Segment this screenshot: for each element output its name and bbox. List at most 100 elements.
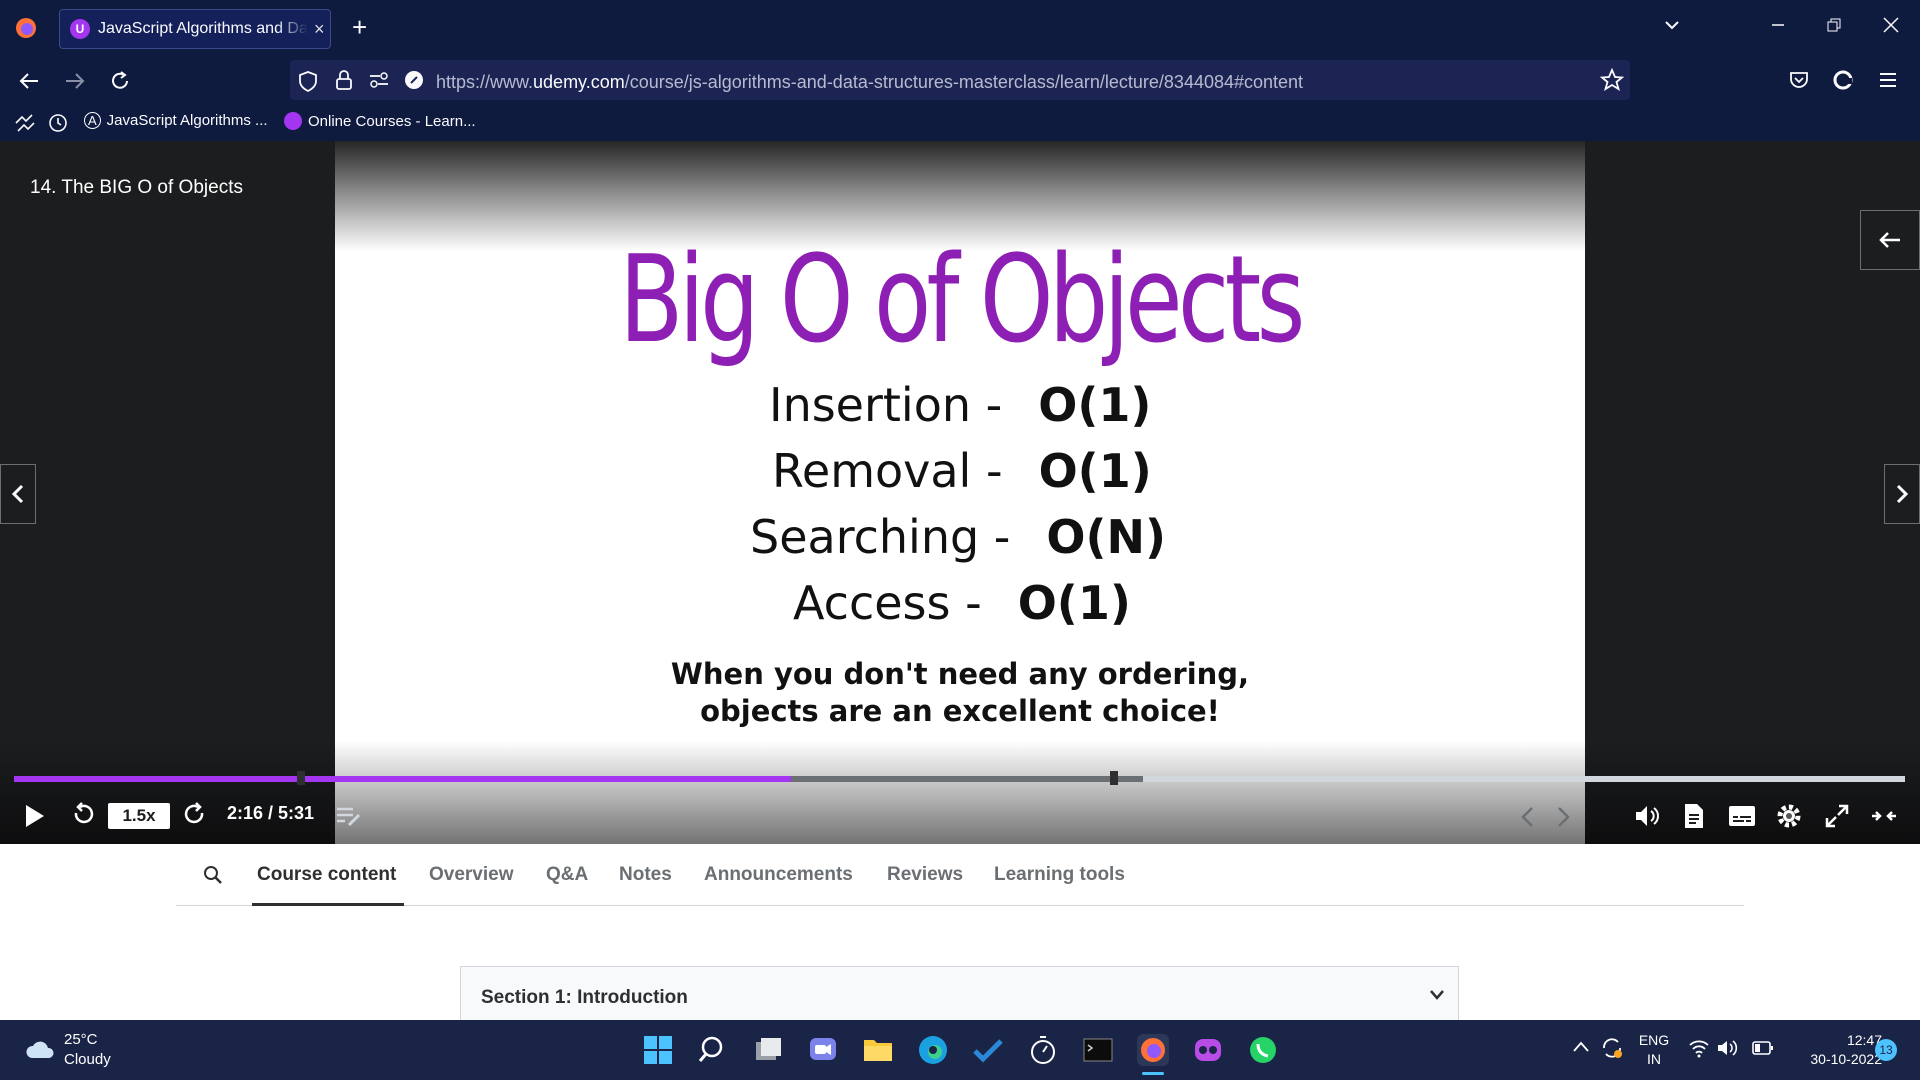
- edge-browser-icon[interactable]: [917, 1034, 949, 1066]
- todo-checkmark-icon[interactable]: [972, 1034, 1004, 1066]
- minimize-icon[interactable]: [1770, 16, 1786, 32]
- whatsapp-icon[interactable]: [1247, 1034, 1279, 1066]
- forward-5-button[interactable]: [182, 801, 208, 829]
- controls-gradient: [0, 741, 1920, 844]
- tab-course-content[interactable]: Course content: [257, 864, 396, 886]
- chevron-up-icon[interactable]: [1572, 1040, 1590, 1054]
- add-note-icon: [337, 807, 361, 827]
- arrow-left-icon: [1879, 232, 1900, 248]
- permissions-icon[interactable]: [368, 71, 390, 89]
- clock-timer-icon[interactable]: [1027, 1034, 1059, 1066]
- windows-start-icon[interactable]: [642, 1034, 674, 1066]
- tab-reviews[interactable]: Reviews: [887, 864, 963, 886]
- lock-icon[interactable]: [335, 69, 353, 91]
- tab-overview[interactable]: Overview: [429, 864, 514, 886]
- weather-condition: Cloudy: [64, 1051, 111, 1068]
- captions-icon[interactable]: [1728, 805, 1756, 827]
- play-button[interactable]: [24, 804, 46, 828]
- bookmark-site-icon: A: [84, 112, 101, 129]
- chevron-left-icon: [11, 484, 24, 504]
- bookmark-online-courses[interactable]: Online Courses - Learn...: [284, 112, 476, 130]
- weather-widget[interactable]: 25°C Cloudy: [64, 1030, 111, 1070]
- bookmark-marker[interactable]: [297, 771, 305, 785]
- play-icon: [26, 805, 44, 827]
- lecture-title: 14. The BIG O of Objects: [30, 177, 243, 198]
- next-lecture-button[interactable]: [1884, 464, 1920, 524]
- udemy-favicon-icon: U: [70, 19, 90, 39]
- rewind-5-button[interactable]: [70, 801, 96, 829]
- section-header[interactable]: Section 1: Introduction: [460, 966, 1459, 1022]
- playback-speed-button[interactable]: 1.5x: [108, 803, 170, 829]
- battery-icon[interactable]: [1752, 1040, 1774, 1056]
- slide-title: Big O of Objects: [619, 231, 1305, 370]
- bookmark-marker[interactable]: [1110, 771, 1118, 785]
- firefox-menu-icon[interactable]: [14, 16, 38, 40]
- taskbar-clock[interactable]: 12:47 30-10-2022: [1782, 1031, 1882, 1069]
- app-menu-icon[interactable]: [1878, 71, 1898, 89]
- video-time: 2:16 / 5:31: [227, 803, 315, 823]
- fullscreen-icon[interactable]: [1824, 803, 1850, 829]
- previous-chapter-icon[interactable]: [1518, 805, 1536, 829]
- mask-app-icon[interactable]: [1192, 1034, 1224, 1066]
- firefox-taskbar-icon[interactable]: [1137, 1034, 1169, 1066]
- speaker-icon[interactable]: [1716, 1038, 1738, 1058]
- next-chapter-icon[interactable]: [1555, 805, 1573, 829]
- extension-icon[interactable]: [1832, 69, 1854, 91]
- slide-note-line-2: objects are an excellent choice!: [700, 694, 1220, 728]
- pocket-icon[interactable]: [1788, 69, 1810, 91]
- browser-tab-bar: U JavaScript Algorithms and Data Structu…: [0, 0, 1920, 56]
- tab-announcements[interactable]: Announcements: [704, 864, 853, 886]
- slide-row-searching: Searching - O(N): [750, 510, 1167, 564]
- forward-icon[interactable]: [64, 70, 86, 92]
- volume-icon[interactable]: [1634, 803, 1660, 829]
- tab-learning-tools[interactable]: Learning tools: [994, 864, 1125, 886]
- tab-close-icon[interactable]: ×: [314, 19, 325, 40]
- sync-icon[interactable]: [1600, 1036, 1624, 1060]
- course-content-area: Course content Overview Q&A Notes Announ…: [0, 844, 1920, 1022]
- bookmark-star-icon[interactable]: [1600, 68, 1624, 92]
- udemy-bookmark-icon: [284, 112, 302, 130]
- terminal-icon[interactable]: [1082, 1034, 1114, 1066]
- task-view-icon[interactable]: [752, 1034, 784, 1066]
- browser-nav-bar: https://www.udemy.com/course/js-algorith…: [0, 56, 1920, 104]
- slide-row-insertion: Insertion - O(1): [769, 378, 1152, 432]
- theater-mode-icon[interactable]: [1870, 805, 1898, 827]
- add-note-button[interactable]: [335, 805, 363, 829]
- tab-qa[interactable]: Q&A: [546, 864, 588, 886]
- slide-note-line-1: When you don't need any ordering,: [670, 657, 1250, 691]
- bookmarks-toolbar: A JavaScript Algorithms ... Online Cours…: [0, 104, 1920, 141]
- file-explorer-icon[interactable]: [862, 1034, 894, 1066]
- video-player[interactable]: 14. The BIG O of Objects Big O of Object…: [0, 141, 1920, 844]
- history-icon[interactable]: [48, 113, 68, 133]
- search-icon[interactable]: [202, 864, 224, 886]
- reload-icon[interactable]: [108, 69, 132, 93]
- url-text[interactable]: https://www.udemy.com/course/js-algorith…: [436, 72, 1303, 93]
- close-window-icon[interactable]: [1882, 16, 1900, 34]
- tracking-shield-icon[interactable]: [298, 70, 318, 92]
- slide-row-access: Access - O(1): [793, 576, 1131, 630]
- browser-tab-active[interactable]: U JavaScript Algorithms and Data Structu…: [59, 9, 331, 49]
- bookmark-grid-icon[interactable]: [14, 113, 36, 133]
- tab-title: JavaScript Algorithms and Data Structure…: [98, 20, 308, 37]
- link-icon[interactable]: [404, 70, 424, 90]
- teams-chat-icon[interactable]: [807, 1034, 839, 1066]
- back-icon[interactable]: [18, 70, 40, 92]
- new-tab-icon[interactable]: +: [352, 12, 367, 43]
- wifi-icon[interactable]: [1688, 1038, 1710, 1058]
- settings-gear-icon[interactable]: [1776, 803, 1802, 829]
- search-taskbar-icon[interactable]: [697, 1034, 729, 1066]
- chevron-right-icon: [1896, 484, 1909, 504]
- notification-badge[interactable]: 13: [1875, 1039, 1897, 1061]
- progress-played: [14, 776, 791, 782]
- expand-sidebar-button[interactable]: [1860, 210, 1920, 270]
- input-language[interactable]: ENG IN: [1636, 1031, 1672, 1069]
- previous-lecture-button[interactable]: [0, 464, 36, 524]
- cloudy-weather-icon[interactable]: [24, 1038, 56, 1062]
- slide-row-removal: Removal - O(1): [772, 444, 1152, 498]
- tab-notes[interactable]: Notes: [619, 864, 672, 886]
- clock-time: 12:47: [1846, 1032, 1882, 1048]
- transcript-icon[interactable]: [1683, 802, 1705, 830]
- bookmark-js-algorithms[interactable]: A JavaScript Algorithms ...: [84, 112, 268, 129]
- restore-icon[interactable]: [1826, 18, 1842, 34]
- list-all-tabs-icon[interactable]: [1663, 16, 1681, 34]
